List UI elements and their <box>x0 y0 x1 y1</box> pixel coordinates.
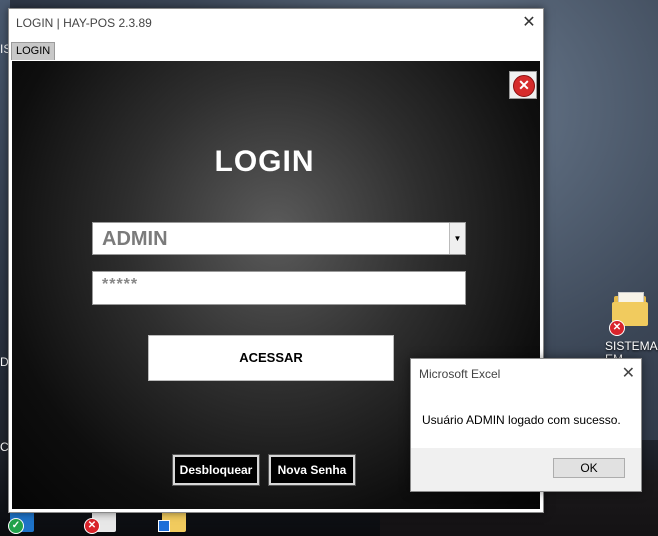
nova-senha-button[interactable]: Nova Senha <box>268 454 356 486</box>
desbloquear-button[interactable]: Desbloquear <box>172 454 260 486</box>
acessar-button[interactable]: ACESSAR <box>148 335 394 381</box>
tab-strip: LOGIN <box>9 40 543 60</box>
excel-message-dialog: Microsoft Excel ✕ Usuário ADMIN logado c… <box>410 358 642 492</box>
window-title: LOGIN | HAY-POS 2.3.89 <box>16 16 152 30</box>
dialog-message: Usuário ADMIN logado com sucesso. <box>422 413 621 427</box>
close-circle-icon: ✕ <box>513 75 535 97</box>
document-app-icon[interactable]: ✕ <box>84 510 116 534</box>
shortcut-arrow-icon <box>158 520 170 532</box>
error-badge-icon: ✕ <box>84 518 100 534</box>
dialog-title: Microsoft Excel <box>419 367 501 381</box>
login-heading: LOGIN <box>214 145 315 178</box>
password-field[interactable]: ***** <box>92 271 466 305</box>
chevron-down-icon[interactable]: ▼ <box>449 223 465 254</box>
dialog-close-icon[interactable]: ✕ <box>622 363 635 383</box>
mail-app-icon[interactable]: ✓ <box>8 510 34 534</box>
check-badge-icon: ✓ <box>8 518 24 534</box>
shortcut-app-icon[interactable] <box>158 510 186 532</box>
window-titlebar[interactable]: LOGIN | HAY-POS 2.3.89 ✕ <box>9 9 543 37</box>
error-badge-icon: ✕ <box>609 320 625 336</box>
close-form-button[interactable]: ✕ <box>509 71 537 99</box>
user-select[interactable]: ADMIN ▼ <box>92 222 466 255</box>
window-close-icon[interactable]: ✕ <box>515 9 543 37</box>
ok-button[interactable]: OK <box>553 458 625 478</box>
user-select-value: ADMIN <box>102 228 168 250</box>
desktop-folder-icon[interactable]: ✕ <box>609 292 648 336</box>
dialog-footer: OK <box>411 448 641 491</box>
tab-login[interactable]: LOGIN <box>11 42 56 60</box>
